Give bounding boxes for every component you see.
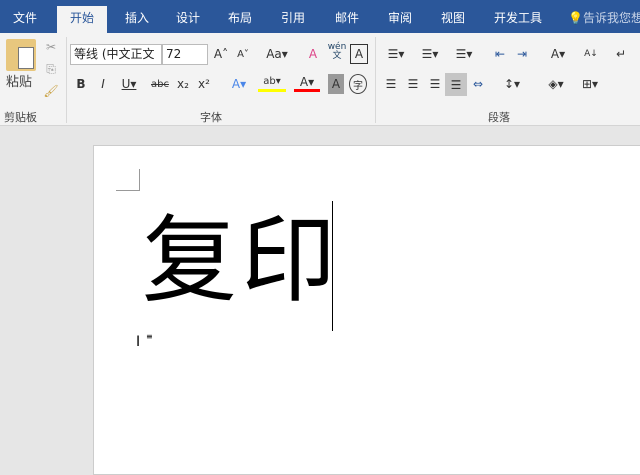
char-shading-icon[interactable]: A [328, 74, 344, 94]
enclose-char-icon[interactable]: 字 [349, 74, 367, 94]
tell-me-box[interactable]: 💡告诉我您想 [568, 0, 640, 33]
asian-layout-icon[interactable]: A▾ [544, 44, 572, 64]
highlight-icon[interactable]: ab▾ [258, 74, 286, 92]
ibeam-pointer-icon: I [136, 334, 141, 350]
tab-file[interactable]: 文件 [0, 0, 50, 33]
paragraph-group-label: 段落 [488, 111, 510, 124]
paragraph-format-icon: ≡ [146, 332, 153, 341]
paste-icon[interactable] [6, 39, 36, 71]
grow-font-icon[interactable]: A˄ [212, 44, 230, 64]
strikethrough-icon[interactable]: abc [150, 74, 170, 94]
copy-icon[interactable]: ⎘ [42, 59, 60, 79]
document-page[interactable]: 复印 I ≡ [93, 145, 640, 475]
multilevel-list-icon[interactable]: ☰▾ [450, 44, 478, 64]
show-marks-icon[interactable]: ↵ [612, 44, 630, 64]
tab-layout[interactable]: 布局 [215, 0, 265, 33]
margin-corner-mark [116, 169, 140, 191]
align-left-icon[interactable]: ☰ [382, 74, 400, 94]
font-color-icon[interactable]: A▾ [294, 74, 320, 92]
paste-button[interactable]: 粘贴 [6, 71, 32, 90]
borders-icon[interactable]: ⊞▾ [576, 74, 604, 94]
tab-view[interactable]: 视图 [428, 0, 478, 33]
lightbulb-icon: 💡 [568, 11, 583, 25]
ribbon: 粘贴 ✂ ⎘ 🖌 剪贴板 等线 (中文正文 72 A˄ A˅ Aa ▾ A wén… [0, 33, 640, 126]
bold-icon[interactable]: B [74, 74, 88, 94]
font-group-label: 字体 [200, 111, 222, 124]
font-name-select[interactable]: 等线 (中文正文 [70, 44, 162, 65]
tab-insert[interactable]: 插入 [112, 0, 162, 33]
line-spacing-icon[interactable]: ↕▾ [498, 74, 526, 94]
divider [375, 37, 376, 123]
change-case-button[interactable]: Aa ▾ [262, 44, 292, 64]
tab-developer[interactable]: 开发工具 [485, 0, 551, 33]
italic-icon[interactable]: I [96, 74, 110, 94]
justify-icon[interactable]: ☰ [445, 73, 467, 96]
divider [66, 37, 67, 123]
decrease-indent-icon[interactable]: ⇤ [490, 44, 510, 64]
superscript-icon[interactable]: x² [196, 74, 212, 94]
sort-icon[interactable]: A↓ [582, 44, 600, 64]
tab-review[interactable]: 审阅 [375, 0, 425, 33]
numbering-icon[interactable]: ☰▾ [416, 44, 444, 64]
clear-format-icon[interactable]: A [304, 44, 322, 64]
underline-icon[interactable]: U▾ [118, 74, 140, 94]
bullets-icon[interactable]: ☰▾ [382, 44, 410, 64]
text-effects-icon[interactable]: A▾ [226, 74, 252, 94]
phonetic-guide-icon[interactable]: wén 文 [327, 42, 347, 62]
shrink-font-icon[interactable]: A˅ [234, 44, 252, 64]
font-size-select[interactable]: 72 [162, 44, 208, 65]
tab-mailings[interactable]: 邮件 [322, 0, 372, 33]
clipboard-group-label: 剪贴板 [4, 111, 37, 124]
cut-icon[interactable]: ✂ [42, 37, 60, 57]
increase-indent-icon[interactable]: ⇥ [512, 44, 532, 64]
distributed-icon[interactable]: ⇔ [469, 74, 487, 94]
char-border-icon[interactable]: A [350, 44, 368, 64]
shading-icon[interactable]: ◈▾ [542, 74, 570, 94]
tab-references[interactable]: 引用 [268, 0, 318, 33]
tab-design[interactable]: 设计 [163, 0, 213, 33]
align-center-icon[interactable]: ☰ [404, 74, 422, 94]
tab-home[interactable]: 开始 [57, 6, 107, 33]
text-cursor [332, 201, 333, 331]
subscript-icon[interactable]: x₂ [175, 74, 191, 94]
ribbon-tabs: 文件 开始 插入 设计 布局 引用 邮件 审阅 视图 开发工具 💡告诉我您想 [0, 0, 640, 33]
format-painter-icon[interactable]: 🖌 [42, 81, 60, 101]
align-right-icon[interactable]: ☰ [426, 74, 444, 94]
document-text[interactable]: 复印 [142, 196, 340, 326]
